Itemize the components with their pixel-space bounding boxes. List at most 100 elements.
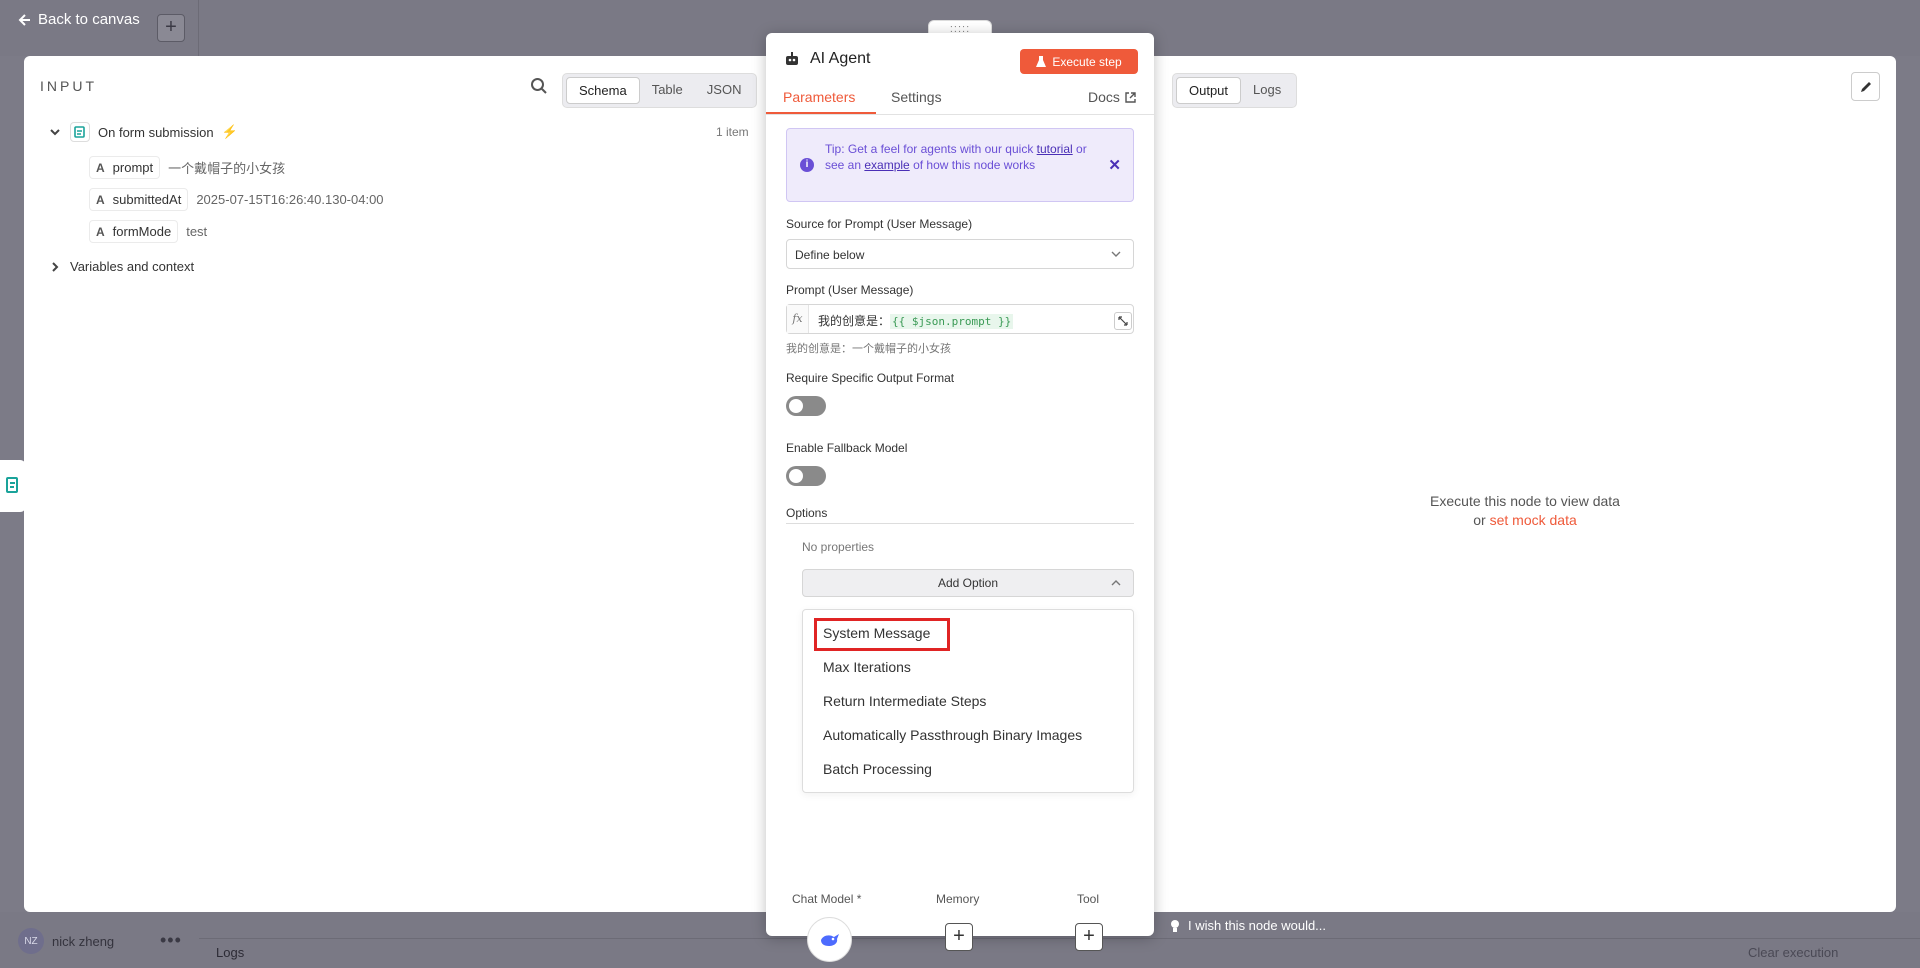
output-view-switcher: Output Logs: [1172, 73, 1298, 108]
form-icon: [6, 477, 18, 493]
chevron-up-icon: [1111, 580, 1121, 586]
output-view-logs[interactable]: Logs: [1241, 77, 1293, 104]
add-tool-button[interactable]: +: [1075, 923, 1103, 951]
string-type-icon: A: [96, 224, 105, 239]
docs-link[interactable]: Docs: [1088, 89, 1136, 105]
field-name: prompt: [112, 160, 154, 175]
memory-label: Memory: [936, 892, 980, 906]
field-chip[interactable]: A formMode: [89, 220, 179, 243]
prompt-variable: {{ $json.prompt }}: [890, 314, 1014, 329]
string-type-icon: A: [96, 160, 105, 175]
logs-bar: [199, 938, 1920, 968]
robot-icon: [786, 52, 798, 65]
input-view-schema[interactable]: Schema: [566, 77, 640, 104]
list-item[interactable]: A formMode test: [89, 220, 207, 243]
canvas-add-button[interactable]: +: [157, 14, 185, 42]
node-title[interactable]: AI Agent: [810, 50, 871, 68]
tutorial-link[interactable]: tutorial: [1037, 142, 1073, 156]
trigger-node-name: On form submission: [98, 124, 214, 140]
string-type-icon: A: [96, 192, 105, 207]
source-select[interactable]: Define below: [786, 239, 1134, 269]
feedback-label: I wish this node would...: [1188, 918, 1327, 933]
no-properties-text: No properties: [802, 540, 875, 554]
options-label: Options: [786, 506, 828, 520]
tool-label: Tool: [1077, 892, 1100, 906]
option-passthrough-binary-images[interactable]: Automatically Passthrough Binary Images: [823, 727, 1082, 743]
search-icon[interactable]: [530, 77, 548, 95]
chevron-down-icon[interactable]: [48, 125, 62, 139]
output-or-text: or: [1473, 512, 1490, 528]
lightbulb-icon: [1171, 919, 1179, 932]
field-name: submittedAt: [112, 192, 182, 207]
set-mock-data-link[interactable]: set mock data: [1490, 512, 1577, 528]
fx-icon: fx: [787, 305, 809, 333]
output-format-toggle[interactable]: [786, 396, 826, 416]
more-icon[interactable]: •••: [160, 930, 182, 951]
tab-parameters[interactable]: Parameters: [783, 89, 855, 105]
add-memory-button[interactable]: +: [945, 923, 973, 951]
fallback-toggle[interactable]: [786, 466, 826, 486]
input-view-switcher: Schema Table JSON: [562, 73, 758, 108]
options-divider: [786, 523, 1134, 524]
node-title-row: AI Agent: [784, 50, 871, 68]
field-chip[interactable]: A prompt: [89, 156, 161, 179]
arrow-left-icon: [18, 13, 30, 26]
add-option-label: Add Option: [937, 576, 999, 590]
back-to-canvas-link[interactable]: Back to canvas: [18, 11, 140, 28]
example-link[interactable]: example: [864, 158, 909, 172]
option-max-iterations[interactable]: Max Iterations: [823, 659, 911, 675]
highlight-annotation: [814, 618, 950, 651]
input-view-table[interactable]: Table: [640, 77, 695, 104]
prompt-label: Prompt (User Message): [786, 283, 914, 297]
list-item[interactable]: A submittedAt 2025-07-15T16:26:40.130-04…: [89, 188, 384, 211]
close-icon[interactable]: ✕: [1108, 156, 1121, 174]
option-batch-processing[interactable]: Batch Processing: [823, 761, 932, 777]
clear-execution-button[interactable]: Clear execution: [1748, 945, 1838, 960]
deepseek-icon: [820, 933, 839, 946]
input-view-json[interactable]: JSON: [695, 77, 754, 104]
tree-row-variables[interactable]: Variables and context: [48, 259, 194, 274]
execute-step-label: Execute step: [1052, 54, 1122, 69]
chevron-right-icon[interactable]: [48, 260, 62, 274]
execute-step-button[interactable]: Execute step: [1020, 49, 1138, 74]
tip-text: Tip: Get a feel for agents with our quic…: [825, 141, 1087, 173]
user-menu[interactable]: NZ nick zheng: [18, 928, 114, 954]
option-return-intermediate-steps[interactable]: Return Intermediate Steps: [823, 693, 986, 709]
edit-output-button[interactable]: [1851, 72, 1880, 101]
active-tab-indicator: [766, 112, 876, 114]
fallback-label: Enable Fallback Model: [786, 441, 908, 455]
variables-label: Variables and context: [70, 259, 195, 274]
output-empty-state: Execute this node to view data or set mo…: [1300, 492, 1750, 530]
prompt-preview: 我的创意是：一个戴帽子的小女孩: [786, 343, 951, 355]
source-value: Define below: [795, 248, 865, 262]
tree-row-trigger[interactable]: On form submission ⚡: [48, 122, 238, 142]
expand-editor-button[interactable]: [1114, 312, 1132, 330]
feedback-link[interactable]: I wish this node would...: [1170, 918, 1326, 933]
avatar: NZ: [18, 928, 44, 954]
field-value: test: [186, 224, 208, 239]
prompt-text: 我的创意是：: [818, 314, 891, 328]
chat-model-label: Chat Model *: [792, 892, 862, 906]
tip-prefix: Tip: Get a feel for agents with our quic…: [825, 142, 1037, 156]
user-name: nick zheng: [52, 933, 115, 949]
trigger-node-tab[interactable]: [0, 460, 26, 512]
list-item[interactable]: A prompt 一个戴帽子的小女孩: [89, 156, 285, 179]
docs-label: Docs: [1088, 89, 1120, 105]
field-name: formMode: [112, 224, 172, 239]
field-chip[interactable]: A submittedAt: [89, 188, 189, 211]
tip-suffix: of how this node works: [909, 158, 1036, 172]
chevron-down-icon: [1111, 251, 1121, 257]
prompt-input[interactable]: fx 我的创意是：{{ $json.prompt }}: [786, 304, 1134, 334]
logs-label[interactable]: Logs: [216, 945, 244, 960]
info-icon: i: [800, 158, 814, 172]
prompt-expression: 我的创意是：{{ $json.prompt }}: [818, 312, 1014, 329]
output-view-output[interactable]: Output: [1176, 77, 1242, 104]
tab-settings[interactable]: Settings: [891, 89, 942, 105]
external-link-icon: [1125, 91, 1136, 103]
flask-icon: [1036, 55, 1047, 67]
add-option-button[interactable]: Add Option: [802, 569, 1134, 597]
bolt-icon: ⚡: [221, 124, 238, 139]
chat-model-node[interactable]: [807, 917, 852, 962]
field-value: 2025-07-15T16:26:40.130-04:00: [196, 192, 384, 207]
source-label: Source for Prompt (User Message): [786, 217, 973, 231]
